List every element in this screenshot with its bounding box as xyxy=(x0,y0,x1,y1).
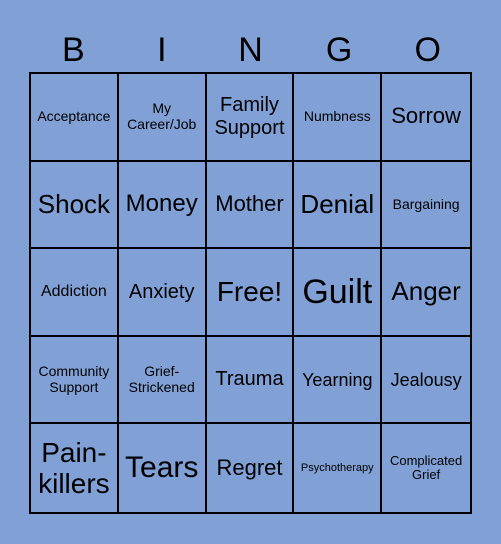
bingo-board: Acceptance My Career/Job Family Support … xyxy=(29,72,472,514)
header-letter-o: O xyxy=(414,31,441,69)
bingo-cell[interactable]: My Career/Job xyxy=(118,74,207,162)
bingo-cell[interactable]: Anger xyxy=(382,249,470,337)
bingo-cell[interactable]: Regret xyxy=(207,424,295,512)
bingo-cell[interactable]: Community Support xyxy=(31,336,119,425)
bingo-cell[interactable]: Psychotherapy xyxy=(294,424,383,512)
bingo-cell[interactable]: Tears xyxy=(119,424,207,512)
bingo-cell[interactable]: Addiction xyxy=(31,249,119,337)
header-letter-b: B xyxy=(61,31,85,69)
header-letter-i: I xyxy=(157,31,167,69)
bingo-cell[interactable]: Denial xyxy=(294,161,383,250)
bingo-cell[interactable]: Trauma xyxy=(206,336,295,425)
bingo-cell[interactable]: Sorrow xyxy=(382,74,470,162)
bingo-cell[interactable]: Anxiety xyxy=(118,249,207,337)
free-space-cell[interactable]: Free! xyxy=(206,249,295,337)
bingo-cell[interactable]: Shock xyxy=(31,161,119,250)
bingo-header: B I N G O xyxy=(29,28,472,72)
bingo-cell[interactable]: Family Support xyxy=(206,74,295,162)
bingo-cell[interactable]: Pain-killers xyxy=(31,424,119,512)
bingo-cell[interactable]: Mother xyxy=(206,161,295,250)
bingo-cell[interactable]: Bargaining xyxy=(382,162,470,250)
bingo-cell[interactable]: Money xyxy=(118,161,207,250)
bingo-cell[interactable]: Numbness xyxy=(294,74,383,162)
header-letter-n: N xyxy=(238,31,263,69)
bingo-cell[interactable]: Grief-Stricken­ed xyxy=(118,336,207,425)
bingo-cell[interactable]: Jealousy xyxy=(382,337,470,425)
bingo-cell[interactable]: Yearning xyxy=(294,336,383,425)
bingo-cell[interactable]: Guilt xyxy=(294,249,383,337)
header-letter-g: G xyxy=(325,31,353,69)
bingo-cell[interactable]: Complicated Grief xyxy=(382,424,470,512)
bingo-cell[interactable]: Acceptance xyxy=(31,74,119,162)
